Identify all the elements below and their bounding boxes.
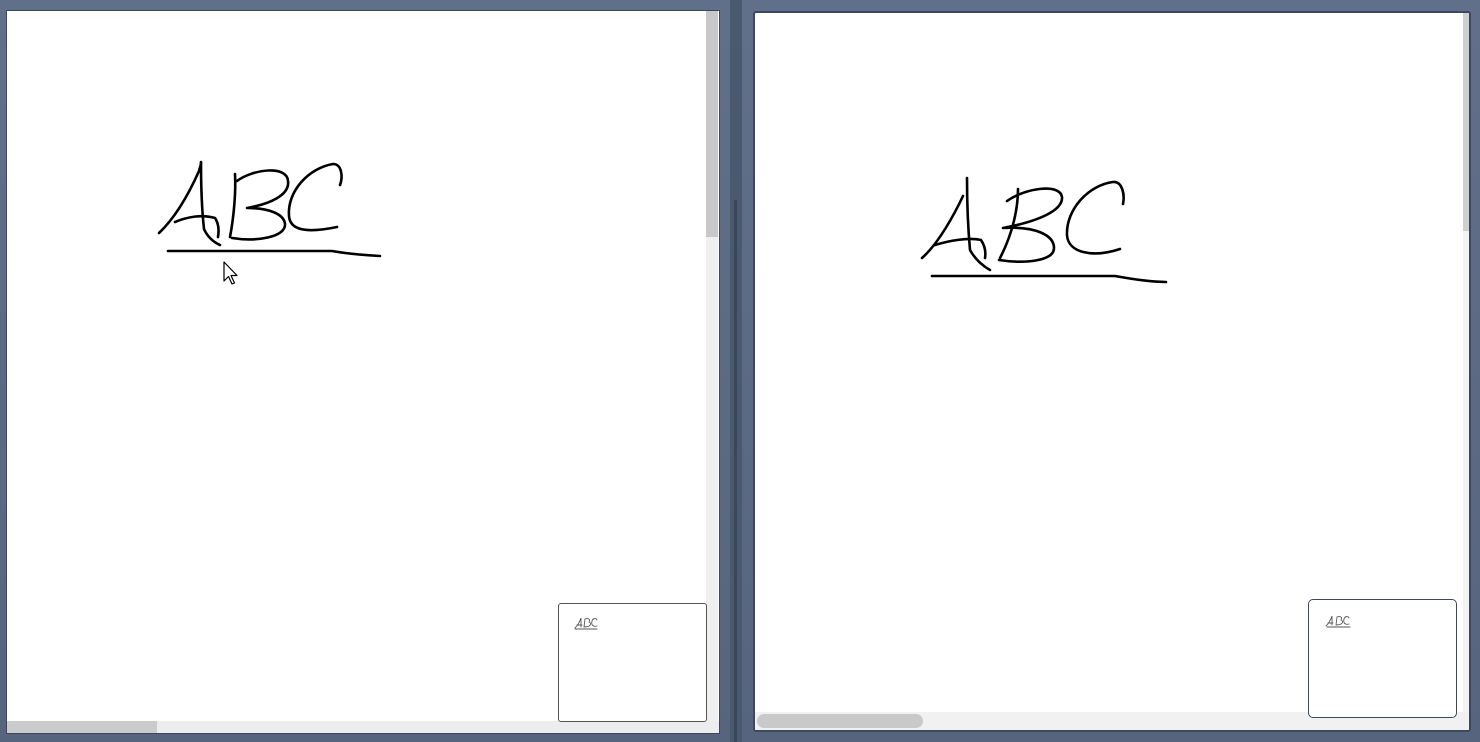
right-vertical-scrollbar[interactable] bbox=[1463, 13, 1469, 713]
stroke-a-left bbox=[920, 194, 965, 260]
desktop bbox=[0, 0, 1480, 742]
stroke-b-spine bbox=[228, 172, 237, 239]
right-horizontal-scroll-thumb[interactable] bbox=[757, 714, 923, 728]
handwritten-abc-drawing bbox=[920, 176, 1168, 284]
right-minimap[interactable] bbox=[1308, 599, 1457, 718]
arrow-pointer-icon bbox=[223, 261, 238, 285]
minimap-abc-thumbnail bbox=[574, 617, 598, 630]
left-vertical-scroll-thumb[interactable] bbox=[706, 11, 718, 237]
left-minimap[interactable] bbox=[558, 603, 707, 722]
stroke-b-bowls bbox=[997, 187, 1064, 263]
stroke-underline bbox=[166, 249, 382, 258]
left-canvas-view[interactable] bbox=[6, 10, 720, 734]
stroke-a-bar bbox=[933, 237, 987, 260]
stroke-underline bbox=[930, 274, 1168, 284]
stroke-a-stem bbox=[965, 176, 992, 272]
split-view-divider[interactable] bbox=[730, 0, 742, 742]
stroke-c bbox=[287, 162, 343, 232]
left-horizontal-scroll-thumb[interactable] bbox=[7, 721, 157, 733]
stroke-c bbox=[1065, 180, 1125, 255]
minimap-abc-thumbnail bbox=[1325, 615, 1351, 628]
divider-grip bbox=[734, 200, 737, 742]
stroke-b-bowls bbox=[230, 169, 290, 241]
stroke-a-left bbox=[157, 161, 203, 235]
stroke-a-bar bbox=[173, 214, 220, 239]
right-vertical-scroll-thumb[interactable] bbox=[1463, 13, 1469, 231]
handwritten-abc-drawing bbox=[157, 160, 382, 258]
stroke-a-stem bbox=[199, 160, 222, 247]
right-canvas-view[interactable] bbox=[753, 11, 1471, 732]
